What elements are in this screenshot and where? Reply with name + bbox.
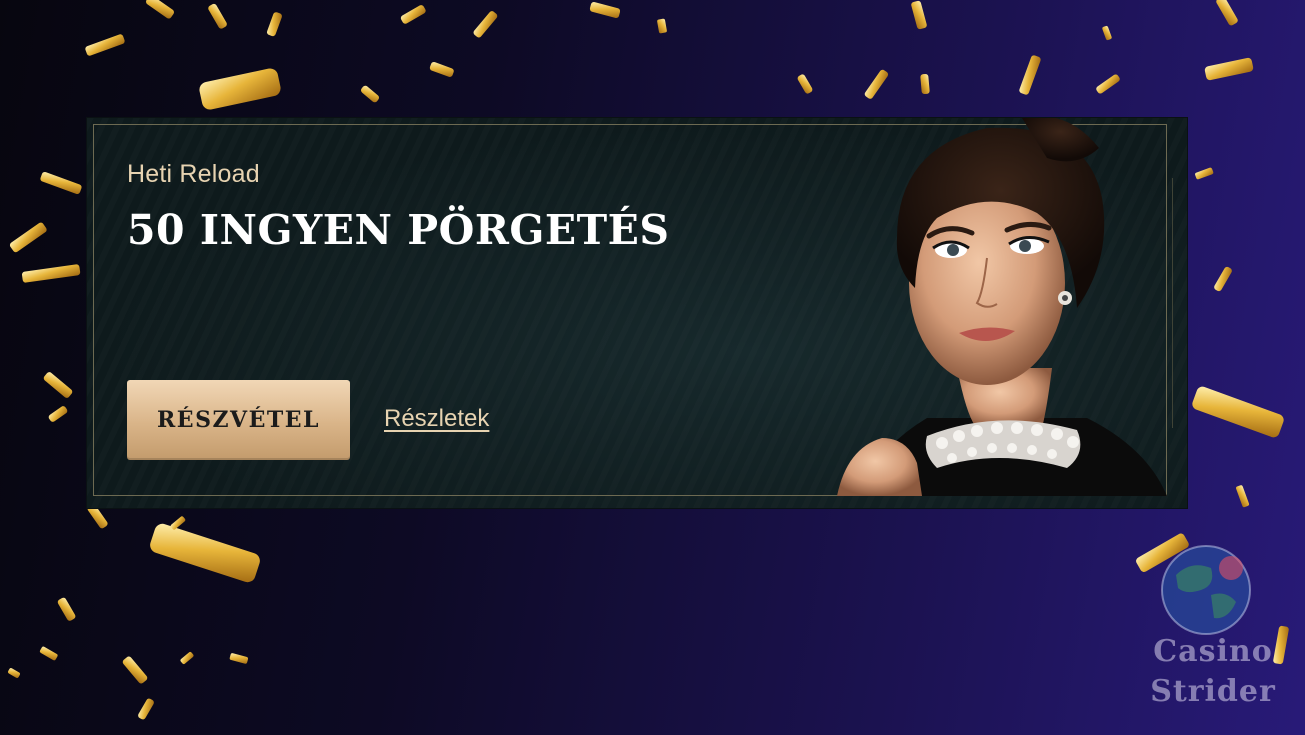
promo-banner: Heti Reload 50 INGYEN PÖRGETÉS RÉSZVÉTEL… bbox=[87, 118, 1187, 508]
frame-notch-left bbox=[87, 178, 94, 448]
frame-notch-right bbox=[1172, 178, 1179, 428]
casino-strider-globe-logo-icon bbox=[1161, 545, 1251, 635]
watermark-line-1: Casino bbox=[1153, 634, 1273, 669]
watermark-line-2: Strider bbox=[1150, 674, 1276, 709]
woman-portrait-image bbox=[837, 118, 1167, 496]
casino-strider-watermark: Casino Strider bbox=[1128, 540, 1293, 720]
details-link[interactable]: Részletek bbox=[384, 405, 489, 433]
promo-subtitle: Heti Reload bbox=[127, 160, 260, 188]
participate-button[interactable]: RÉSZVÉTEL bbox=[127, 380, 350, 460]
promo-headline: 50 INGYEN PÖRGETÉS bbox=[127, 206, 670, 254]
